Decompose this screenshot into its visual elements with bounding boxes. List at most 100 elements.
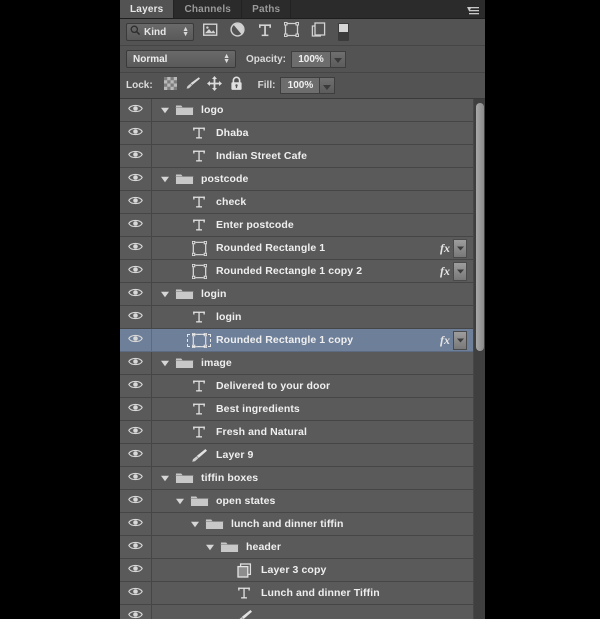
layer-row[interactable] bbox=[120, 605, 473, 619]
layer-row[interactable]: Layer 3 copy bbox=[120, 559, 473, 582]
layer-name-label: image bbox=[201, 357, 232, 369]
layer-effects-expand-button[interactable] bbox=[453, 331, 467, 350]
lock-image-pixels[interactable] bbox=[182, 77, 204, 95]
lock-all[interactable] bbox=[226, 77, 248, 95]
layer-row[interactable]: tiffin boxes bbox=[120, 467, 473, 490]
group-expand-arrow-icon[interactable] bbox=[158, 107, 171, 114]
layer-visibility-toggle[interactable] bbox=[120, 513, 152, 535]
layer-row[interactable]: login bbox=[120, 306, 473, 329]
filter-kind-select[interactable]: Kind ▲▼ bbox=[126, 23, 194, 41]
layer-visibility-toggle[interactable] bbox=[120, 99, 152, 121]
layer-visibility-toggle[interactable] bbox=[120, 375, 152, 397]
smart-object-layer-icon bbox=[231, 563, 257, 578]
group-expand-arrow-icon[interactable] bbox=[158, 475, 171, 482]
layer-visibility-toggle[interactable] bbox=[120, 168, 152, 190]
panel-menu-icon[interactable] bbox=[467, 4, 481, 15]
adjustment-circle-icon bbox=[230, 22, 245, 42]
layer-row[interactable]: Delivered to your door bbox=[120, 375, 473, 398]
layer-visibility-toggle[interactable] bbox=[120, 605, 152, 619]
layer-row[interactable]: Layer 9 bbox=[120, 444, 473, 467]
opacity-dropdown-button[interactable] bbox=[331, 51, 346, 68]
layer-row[interactable]: login bbox=[120, 283, 473, 306]
layer-row[interactable]: Best ingredients bbox=[120, 398, 473, 421]
layer-visibility-toggle[interactable] bbox=[120, 122, 152, 144]
search-icon bbox=[130, 25, 141, 39]
layer-row[interactable]: lunch and dinner tiffin bbox=[120, 513, 473, 536]
layer-row[interactable]: Dhaba bbox=[120, 122, 473, 145]
fill-dropdown-button[interactable] bbox=[320, 77, 335, 94]
layer-visibility-toggle[interactable] bbox=[120, 145, 152, 167]
tab-layers[interactable]: Layers bbox=[120, 0, 174, 18]
layer-row[interactable]: Enter postcode bbox=[120, 214, 473, 237]
layers-list[interactable]: logo Dhaba bbox=[120, 99, 485, 619]
lock-position[interactable] bbox=[204, 77, 226, 95]
layer-visibility-toggle[interactable] bbox=[120, 490, 152, 512]
layer-effects-indicator[interactable]: fx bbox=[440, 331, 469, 350]
group-expand-arrow-icon[interactable] bbox=[158, 360, 171, 367]
layer-row[interactable]: Indian Street Cafe bbox=[120, 145, 473, 168]
layers-scrollbar[interactable] bbox=[473, 99, 485, 619]
text-layer-icon bbox=[186, 195, 212, 209]
layer-visibility-toggle[interactable] bbox=[120, 214, 152, 236]
layer-row[interactable]: Lunch and dinner Tiffin bbox=[120, 582, 473, 605]
layer-visibility-toggle[interactable] bbox=[120, 444, 152, 466]
layer-visibility-toggle[interactable] bbox=[120, 582, 152, 604]
layer-effects-expand-button[interactable] bbox=[453, 239, 467, 258]
group-expand-arrow-icon[interactable] bbox=[188, 521, 201, 528]
layer-visibility-toggle[interactable] bbox=[120, 260, 152, 282]
filter-adjustment-layers[interactable] bbox=[227, 22, 248, 42]
filter-shape-layers[interactable] bbox=[281, 22, 302, 42]
layer-row[interactable]: header bbox=[120, 536, 473, 559]
panel-tab-bar: Layers Channels Paths bbox=[120, 0, 485, 19]
layer-visibility-toggle[interactable] bbox=[120, 536, 152, 558]
group-expand-arrow-icon[interactable] bbox=[158, 291, 171, 298]
layer-name-label: Layer 3 copy bbox=[261, 564, 326, 576]
layer-row[interactable]: postcode bbox=[120, 168, 473, 191]
layer-row[interactable]: logo bbox=[120, 99, 473, 122]
tab-channels[interactable]: Channels bbox=[174, 0, 242, 18]
filter-enable-toggle[interactable] bbox=[338, 23, 349, 41]
layer-content: open states bbox=[152, 490, 473, 512]
blend-mode-stepper-icon[interactable]: ▲▼ bbox=[223, 54, 230, 64]
group-expand-arrow-icon[interactable] bbox=[158, 176, 171, 183]
layer-visibility-toggle[interactable] bbox=[120, 421, 152, 443]
group-expand-arrow-icon[interactable] bbox=[173, 498, 186, 505]
blend-mode-select[interactable]: Normal ▲▼ bbox=[126, 50, 236, 68]
layer-visibility-toggle[interactable] bbox=[120, 283, 152, 305]
group-expand-arrow-icon[interactable] bbox=[203, 544, 216, 551]
layer-effects-indicator[interactable]: fx bbox=[440, 262, 469, 281]
folder-icon bbox=[171, 356, 197, 370]
layer-visibility-toggle[interactable] bbox=[120, 191, 152, 213]
layer-row[interactable]: Rounded Rectangle 1fx bbox=[120, 237, 473, 260]
layers-scrollbar-thumb[interactable] bbox=[476, 103, 484, 351]
layer-row[interactable]: open states bbox=[120, 490, 473, 513]
filter-type-layers[interactable] bbox=[254, 22, 275, 42]
folder-icon bbox=[171, 471, 197, 485]
layer-row[interactable]: Rounded Rectangle 1 copyfx bbox=[120, 329, 473, 352]
layers-panel: Layers Channels Paths bbox=[120, 0, 485, 619]
folder-icon bbox=[186, 494, 212, 508]
lock-transparent-pixels[interactable] bbox=[160, 77, 182, 95]
layer-visibility-toggle[interactable] bbox=[120, 467, 152, 489]
layer-visibility-toggle[interactable] bbox=[120, 398, 152, 420]
tab-paths[interactable]: Paths bbox=[242, 0, 291, 18]
filter-pixel-layers[interactable] bbox=[200, 22, 221, 42]
layer-visibility-toggle[interactable] bbox=[120, 352, 152, 374]
eye-icon bbox=[128, 285, 143, 303]
layer-row[interactable]: Fresh and Natural bbox=[120, 421, 473, 444]
layer-row[interactable]: Rounded Rectangle 1 copy 2fx bbox=[120, 260, 473, 283]
layer-visibility-toggle[interactable] bbox=[120, 559, 152, 581]
layer-visibility-toggle[interactable] bbox=[120, 306, 152, 328]
layer-row[interactable]: image bbox=[120, 352, 473, 375]
filter-kind-stepper-icon[interactable]: ▲▼ bbox=[182, 27, 189, 37]
layer-effects-indicator[interactable]: fx bbox=[440, 239, 469, 258]
filter-smart-objects[interactable] bbox=[308, 22, 329, 42]
text-layer-icon bbox=[186, 218, 212, 232]
layer-visibility-toggle[interactable] bbox=[120, 237, 152, 259]
fill-input[interactable]: 100% bbox=[280, 77, 320, 94]
layer-effects-expand-button[interactable] bbox=[453, 262, 467, 281]
text-layer-icon bbox=[186, 402, 212, 416]
layer-visibility-toggle[interactable] bbox=[120, 329, 152, 351]
layer-row[interactable]: check bbox=[120, 191, 473, 214]
opacity-input[interactable]: 100% bbox=[291, 51, 331, 68]
